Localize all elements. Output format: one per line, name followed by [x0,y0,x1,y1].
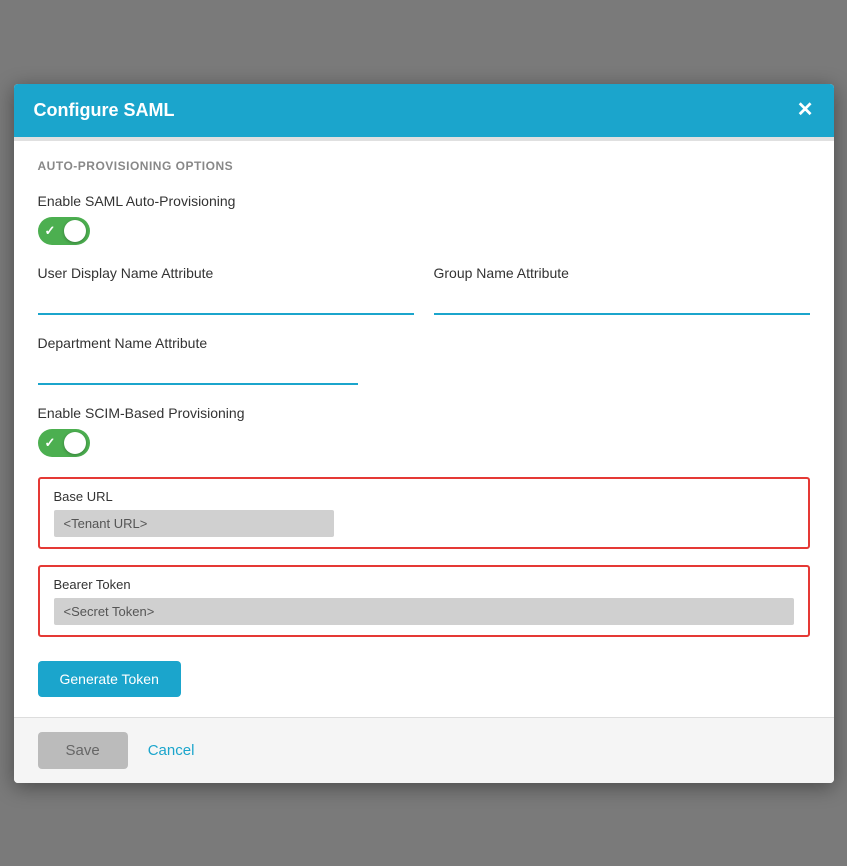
bearer-token-label: Bearer Token [54,577,794,592]
name-attributes-row: User Display Name Attribute Group Name A… [38,265,810,315]
modal-header: Configure SAML ✕ [14,84,834,137]
scim-toggle-slider [38,429,90,457]
group-name-input[interactable] [434,289,810,315]
user-display-name-field: User Display Name Attribute [38,265,414,315]
base-url-value: <Tenant URL> [54,510,334,537]
modal-overlay: Configure SAML ✕ AUTO-PROVISIONING OPTIO… [0,0,847,866]
enable-scim-toggle-container: ✓ [38,429,810,457]
group-name-field: Group Name Attribute [434,265,810,315]
modal-footer: Save Cancel [14,717,834,783]
modal-close-button[interactable]: ✕ [797,100,814,120]
configure-saml-modal: Configure SAML ✕ AUTO-PROVISIONING OPTIO… [14,84,834,783]
enable-saml-toggle-container: ✓ [38,217,810,245]
department-name-label: Department Name Attribute [38,335,810,351]
save-button[interactable]: Save [38,732,128,769]
enable-saml-field-group: Enable SAML Auto-Provisioning ✓ [38,193,810,245]
department-name-field: Department Name Attribute [38,335,810,385]
cancel-button[interactable]: Cancel [148,742,195,759]
user-display-name-label: User Display Name Attribute [38,265,414,281]
enable-scim-label: Enable SCIM-Based Provisioning [38,405,810,421]
enable-saml-label: Enable SAML Auto-Provisioning [38,193,810,209]
toggle-slider [38,217,90,245]
auto-provisioning-section-content: Enable SAML Auto-Provisioning ✓ User Dis… [14,183,834,717]
generate-token-button[interactable]: Generate Token [38,661,181,697]
base-url-box: Base URL <Tenant URL> [38,477,810,549]
group-name-label: Group Name Attribute [434,265,810,281]
bearer-token-box: Bearer Token <Secret Token> [38,565,810,637]
enable-saml-toggle[interactable]: ✓ [38,217,90,245]
auto-provisioning-section-label: AUTO-PROVISIONING OPTIONS [14,141,834,183]
base-url-label: Base URL [54,489,794,504]
modal-title: Configure SAML [34,100,175,121]
bearer-token-value: <Secret Token> [54,598,794,625]
modal-body: AUTO-PROVISIONING OPTIONS Enable SAML Au… [14,137,834,717]
enable-scim-field-group: Enable SCIM-Based Provisioning ✓ [38,405,810,457]
enable-scim-toggle[interactable]: ✓ [38,429,90,457]
department-name-input[interactable] [38,359,358,385]
user-display-name-input[interactable] [38,289,414,315]
